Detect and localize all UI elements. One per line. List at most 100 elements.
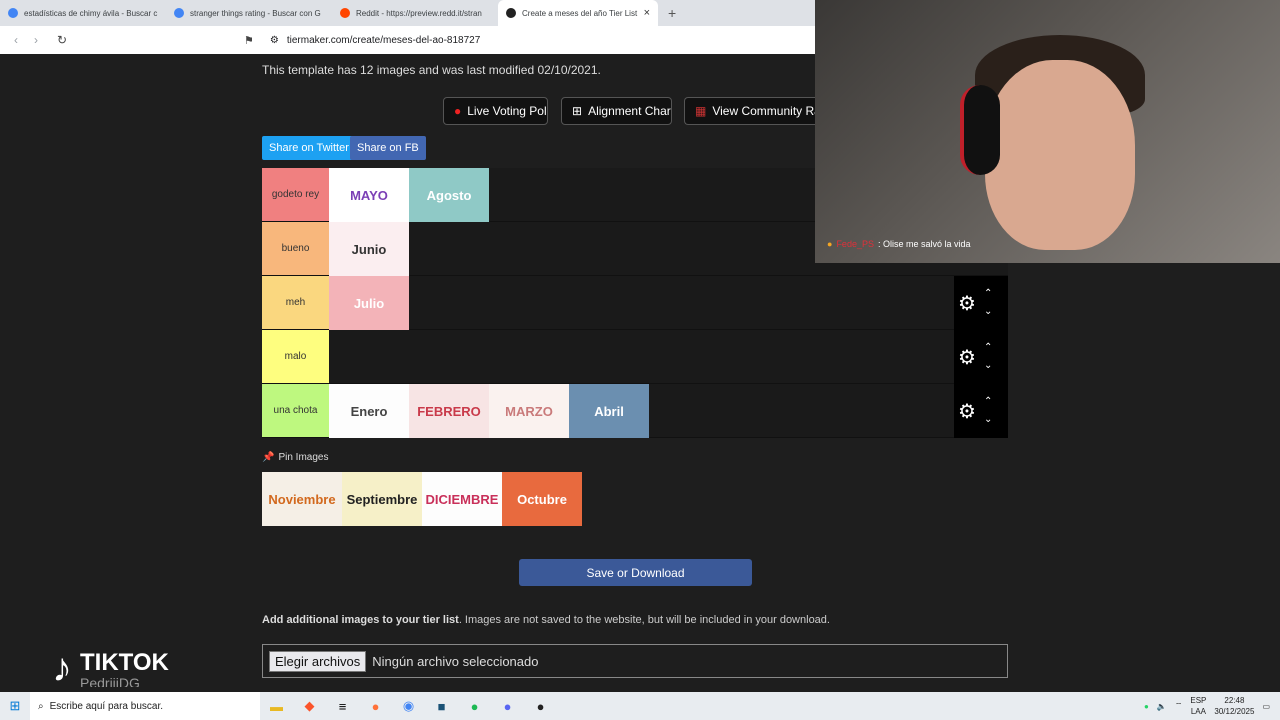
add-images-note: Add additional images to your tier list.… — [262, 614, 830, 626]
tier-image[interactable]: MAYO — [329, 168, 409, 222]
url-field[interactable]: ⚑ ⚙ tiermaker.com/create/meses-del-ao-81… — [244, 34, 480, 47]
tab-title: stranger things rating - Buscar con G — [190, 8, 321, 18]
file-status: Ningún archivo seleccionado — [372, 653, 539, 669]
clock-time: 22:48 — [1224, 696, 1245, 705]
community-rank-button[interactable]: ▦ View Community Ran — [684, 97, 815, 125]
browser-tab[interactable]: Create a meses del año Tier List × — [498, 0, 658, 26]
browser-tab[interactable]: Reddit - https://preview.redd.it/stran — [332, 0, 498, 26]
tier-items: Enero FEBRERO MARZO Abril — [329, 384, 649, 438]
windows-start-icon[interactable]: ⊞ — [0, 698, 30, 714]
tier-label[interactable]: godeto rey — [262, 168, 329, 221]
browser-tab[interactable]: stranger things rating - Buscar con G — [166, 0, 332, 26]
alignment-chart-button[interactable]: ⊞ Alignment Chart — [561, 97, 672, 125]
pool-image[interactable]: Noviembre — [262, 472, 342, 526]
chevron-down-icon[interactable]: ⌄ — [984, 303, 992, 321]
chrome-icon[interactable]: ◉ — [392, 698, 425, 714]
region-text: LAA — [1190, 707, 1206, 716]
tier-image[interactable]: FEBRERO — [409, 384, 489, 438]
taskbar: ⊞ ⌕ Escribe aquí para buscar. ▬ ◆ ≡ ● ◉ … — [0, 692, 1280, 720]
tier-image[interactable]: MARZO — [489, 384, 569, 438]
whatsapp-icon[interactable]: ● — [1144, 702, 1149, 711]
chevron-down-icon[interactable]: ⌄ — [984, 357, 992, 375]
url-text[interactable]: tiermaker.com/create/meses-del-ao-818727 — [287, 35, 480, 46]
app-icon[interactable]: ≡ — [326, 699, 359, 714]
taskbar-search[interactable]: ⌕ Escribe aquí para buscar. — [30, 692, 260, 720]
file-explorer-icon[interactable]: ▬ — [260, 699, 293, 714]
gear-icon[interactable]: ⚙ — [958, 345, 976, 370]
system-tray: ● 🔈 ⌔ ESP LAA 22:48 30/12/2025 ▭ — [1144, 695, 1280, 717]
chevron-down-icon[interactable]: ⌄ — [984, 411, 992, 429]
clock[interactable]: 22:48 30/12/2025 — [1214, 695, 1254, 717]
tier-controls: ⚙ ⌃ ⌄ — [954, 276, 1008, 330]
app-le-icon[interactable]: ■ — [425, 699, 458, 714]
tier-label[interactable]: una chota — [262, 384, 329, 437]
pin-images[interactable]: 📌 Pin Images — [262, 452, 328, 463]
grid-icon: ⊞ — [572, 104, 583, 118]
site-info-icon[interactable]: ⚙ — [270, 35, 279, 46]
tab-strip: estadísticas de chimy ávila - Buscar c st… — [0, 0, 815, 26]
tier-controls: ⚙ ⌃ ⌄ — [954, 384, 1008, 438]
discord-icon[interactable]: ● — [491, 699, 524, 714]
tab-title: Reddit - https://preview.redd.it/stran — [356, 8, 482, 18]
chevron-up-icon[interactable]: ⌃ — [984, 393, 992, 411]
tier-label[interactable]: meh — [262, 276, 329, 329]
back-icon[interactable]: ‹ — [6, 33, 26, 47]
lang-indicator[interactable]: ESP LAA — [1190, 695, 1206, 717]
notifications-icon[interactable]: ▭ — [1262, 702, 1270, 711]
tier-image[interactable]: Agosto — [409, 168, 489, 222]
pin-icon: 📌 — [262, 452, 275, 463]
streamer-face — [985, 60, 1135, 250]
tier-image[interactable]: Julio — [329, 276, 409, 330]
obs-icon[interactable]: ● — [524, 699, 557, 714]
file-upload[interactable]: Elegir archivos Ningún archivo seleccion… — [262, 644, 1008, 678]
tier-image[interactable]: Enero — [329, 384, 409, 438]
tab-title: Create a meses del año Tier List — [522, 8, 638, 18]
tier-image[interactable]: Abril — [569, 384, 649, 438]
chat-user: Fede_PS — [836, 239, 874, 249]
tier-image[interactable]: Junio — [329, 222, 409, 276]
share-twitter-button[interactable]: Share on Twitter — [262, 136, 356, 160]
firefox-icon[interactable]: ● — [359, 699, 392, 714]
brave-icon[interactable]: ◆ — [293, 698, 326, 714]
chat-badge-icon: ● — [827, 239, 833, 249]
tab-favicon-icon — [8, 8, 18, 18]
pool-image[interactable]: Septiembre — [342, 472, 422, 526]
share-fb-button[interactable]: Share on FB — [350, 136, 426, 160]
save-download-button[interactable]: Save or Download — [519, 559, 752, 586]
chevron-up-icon[interactable]: ⌃ — [984, 285, 992, 303]
chat-message: ● Fede_PS : Olise me salvó la vida — [827, 239, 971, 249]
tier-row: meh Julio ⚙ ⌃ ⌄ — [262, 276, 1008, 330]
tab-title: estadísticas de chimy ávila - Buscar c — [24, 8, 158, 18]
close-tab-icon[interactable]: × — [644, 7, 650, 19]
tier-items: Julio — [329, 276, 409, 330]
choose-files-button[interactable]: Elegir archivos — [269, 650, 367, 672]
chevron-up-icon[interactable]: ⌃ — [984, 339, 992, 357]
pin-label: Pin Images — [278, 452, 329, 463]
search-icon: ⌕ — [38, 700, 44, 712]
bookmark-icon[interactable]: ⚑ — [244, 34, 254, 47]
gear-icon[interactable]: ⚙ — [958, 291, 976, 316]
gear-icon[interactable]: ⚙ — [958, 399, 976, 424]
tier-row: una chota Enero FEBRERO MARZO Abril ⚙ ⌃ ⌄ — [262, 384, 1008, 438]
pool-image[interactable]: Octubre — [502, 472, 582, 526]
headset-icon — [960, 85, 1000, 175]
live-voting-button[interactable]: ● Live Voting Poll — [443, 97, 548, 125]
tier-items: MAYO Agosto — [329, 168, 489, 222]
image-pool: Noviembre Septiembre DICIEMBRE Octubre — [262, 472, 582, 526]
pool-image[interactable]: DICIEMBRE — [422, 472, 502, 526]
reload-icon[interactable]: ↻ — [52, 33, 72, 47]
new-tab-button[interactable]: + — [658, 0, 686, 26]
tab-favicon-icon — [506, 8, 516, 18]
forward-icon[interactable]: › — [26, 33, 46, 47]
browser-tab[interactable]: estadísticas de chimy ávila - Buscar c — [0, 0, 166, 26]
chat-text: : Olise me salvó la vida — [877, 239, 971, 249]
search-placeholder: Escribe aquí para buscar. — [49, 700, 164, 712]
tiktok-brand: TIKTOK — [80, 649, 169, 676]
volume-icon[interactable]: 🔈 — [1157, 702, 1167, 711]
wifi-icon[interactable]: ⌔ — [1175, 701, 1183, 711]
community-label: View Community Ran — [712, 104, 815, 118]
tier-label[interactable]: malo — [262, 330, 329, 383]
tier-items: Junio — [329, 222, 409, 276]
spotify-icon[interactable]: ● — [458, 699, 491, 714]
tier-label[interactable]: bueno — [262, 222, 329, 275]
